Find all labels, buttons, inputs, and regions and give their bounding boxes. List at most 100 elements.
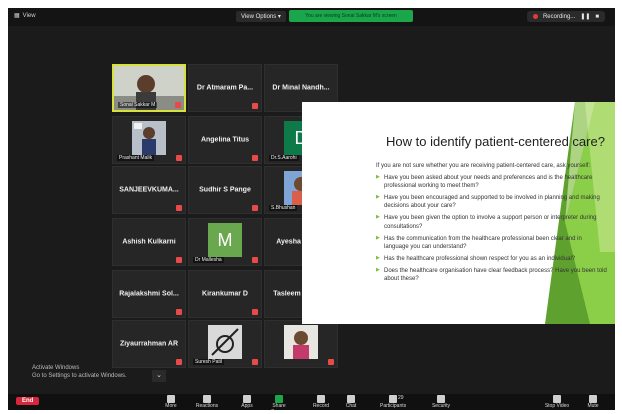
toolbar-apps-button[interactable]: Apps — [234, 395, 260, 409]
screenshot-frame: ▦ View View Options ▾ You are viewing So… — [0, 0, 622, 414]
muted-mic-icon — [252, 257, 258, 263]
toolbar-stop-video-button[interactable]: Stop Video — [544, 395, 570, 409]
participant-tile[interactable]: Ashish Kulkarni — [112, 218, 186, 266]
reactions-icon — [203, 395, 211, 403]
participant-tile[interactable]: Angelina Titus — [188, 116, 262, 164]
slide-bullet: Does the healthcare organisation have cl… — [376, 267, 608, 283]
watermark-title: Activate Windows — [32, 365, 80, 371]
muted-mic-icon — [328, 359, 334, 365]
participant-tile[interactable]: SANJEEVKUMA... — [112, 166, 186, 214]
stop-video-icon — [553, 395, 561, 403]
view-options-button[interactable]: View Options ▾ — [236, 11, 286, 22]
slide-title: How to identify patient-centered care? — [386, 134, 605, 149]
toolbar-share-screen-button[interactable]: Share Screen — [266, 395, 292, 410]
participant-name: Sudhir S Pange — [199, 186, 251, 194]
participant-name: Angelina Titus — [200, 136, 250, 144]
slide-bullet: Have you been asked about your needs and… — [376, 174, 608, 190]
collapse-chevron-button[interactable]: ⌄ — [152, 370, 166, 382]
stop-icon[interactable]: ■ — [595, 14, 599, 20]
watermark-subtitle: Go to Settings to activate Windows. — [32, 372, 127, 379]
muted-mic-icon — [176, 155, 182, 161]
muted-mic-icon — [175, 102, 181, 108]
participant-tile[interactable] — [264, 320, 338, 368]
toolbar-security-button[interactable]: Security — [428, 395, 454, 409]
end-meeting-button[interactable]: End — [16, 397, 40, 405]
participant-name: Rajalakshmi Sol... — [119, 290, 179, 298]
video-off-icon — [208, 325, 242, 359]
security-icon — [437, 395, 445, 403]
avatar: M — [208, 223, 242, 257]
mute-icon — [589, 395, 597, 403]
toolbar-label: Record — [312, 403, 330, 409]
recording-label: Recording... — [542, 13, 576, 20]
muted-mic-icon — [252, 103, 258, 109]
grid-icon: ▦ — [14, 13, 20, 19]
participant-tile[interactable]: Rajalakshmi Sol... — [112, 270, 186, 318]
toolbar-mute-button[interactable]: Mute — [580, 395, 606, 409]
record-dot-icon — [532, 14, 538, 19]
toolbar-label: Apps — [241, 403, 253, 409]
muted-mic-icon — [176, 359, 182, 365]
participant-caption: Dr Mallesha — [193, 257, 224, 263]
toolbar-participants-button[interactable]: Participants 29 — [380, 395, 406, 409]
participant-tile[interactable]: Kirankumar D — [188, 270, 262, 318]
toolbar-label: Stop Video — [544, 403, 570, 409]
toolbar-label: Participants — [380, 403, 407, 409]
toolbar-label: More — [165, 403, 177, 409]
top-bar: ▦ View View Options ▾ You are viewing So… — [8, 8, 615, 26]
participant-name: Dr Atmaram Pa... — [196, 84, 254, 92]
toolbar-record-button[interactable]: Record — [308, 395, 334, 409]
participant-photo — [132, 121, 166, 155]
shared-slide: How to identify patient-centered care? I… — [302, 102, 615, 324]
participant-caption: Prashant Malik — [117, 155, 155, 161]
muted-mic-icon — [252, 309, 258, 315]
participant-name: SANJEEVKUMA... — [119, 186, 179, 194]
record-icon — [317, 395, 325, 403]
meeting-toolbar: End More Reactions Apps Share Screen Record C… — [8, 394, 615, 410]
muted-mic-icon — [252, 205, 258, 211]
participant-name: Kirankumar D — [202, 290, 248, 298]
toolbar-reactions-button[interactable]: Reactions — [194, 395, 220, 409]
participants-count: 29 — [398, 395, 404, 401]
view-label: View — [22, 12, 36, 19]
apps-icon — [243, 395, 251, 403]
toolbar-label: Chat — [345, 403, 357, 409]
share-screen-icon — [275, 395, 283, 403]
screen-share-banner: You are viewing Sonal Sakkar M's screen — [289, 10, 413, 22]
participant-tile[interactable]: M Dr Mallesha — [188, 218, 262, 266]
participant-caption: S.Bhushan — [269, 205, 298, 211]
toolbar-label: Mute — [587, 403, 599, 409]
muted-mic-icon — [252, 359, 258, 365]
zoom-window: ▦ View View Options ▾ You are viewing So… — [8, 8, 615, 410]
toolbar-label: Security — [431, 403, 451, 409]
pause-icon[interactable]: ❚❚ — [580, 13, 590, 20]
muted-mic-icon — [176, 309, 182, 315]
participant-tile[interactable]: Suresh Patil — [188, 320, 262, 368]
participants-icon — [389, 395, 397, 403]
recording-indicator[interactable]: Recording... ❚❚ ■ — [526, 11, 605, 22]
participant-tile[interactable]: Ziyaurrahman AR — [112, 320, 186, 368]
participant-name: Ziyaurrahman AR — [119, 340, 179, 348]
toolbar-label: Reactions — [195, 403, 219, 409]
view-options-label: View Options — [241, 14, 277, 20]
participant-name: Ashish Kulkarni — [122, 238, 176, 246]
slide-bullet: Have you been given the option to involv… — [376, 214, 608, 230]
participant-caption: Suresh Patil — [193, 359, 224, 365]
participant-name: Dr Minal Nandh... — [272, 84, 330, 92]
toolbar-chat-button[interactable]: Chat — [338, 395, 364, 409]
view-button[interactable]: ▦ View — [14, 12, 36, 20]
toolbar-more-button[interactable]: More — [158, 395, 184, 409]
toolbar-label: Share Screen — [271, 403, 287, 410]
slide-bullet: Has the communication from the healthcar… — [376, 235, 608, 251]
participant-tile[interactable]: Prashant Malik — [112, 116, 186, 164]
slide-bullet-list: Have you been asked about your needs and… — [376, 174, 608, 283]
windows-activation-watermark: Activate Windows Go to Settings to activ… — [32, 365, 127, 381]
slide-body: If you are not sure whether you are rece… — [376, 162, 608, 287]
participant-tile[interactable]: Dr Atmaram Pa... — [188, 64, 262, 112]
slide-intro: If you are not sure whether you are rece… — [376, 163, 591, 169]
participant-photo — [284, 325, 318, 359]
more-icon — [167, 395, 175, 403]
participant-tile[interactable]: Sonal Sakkar M — [112, 64, 186, 112]
screen-share-banner-text: You are viewing Sonal Sakkar M's screen — [305, 13, 397, 19]
participant-tile[interactable]: Sudhir S Pange — [188, 166, 262, 214]
